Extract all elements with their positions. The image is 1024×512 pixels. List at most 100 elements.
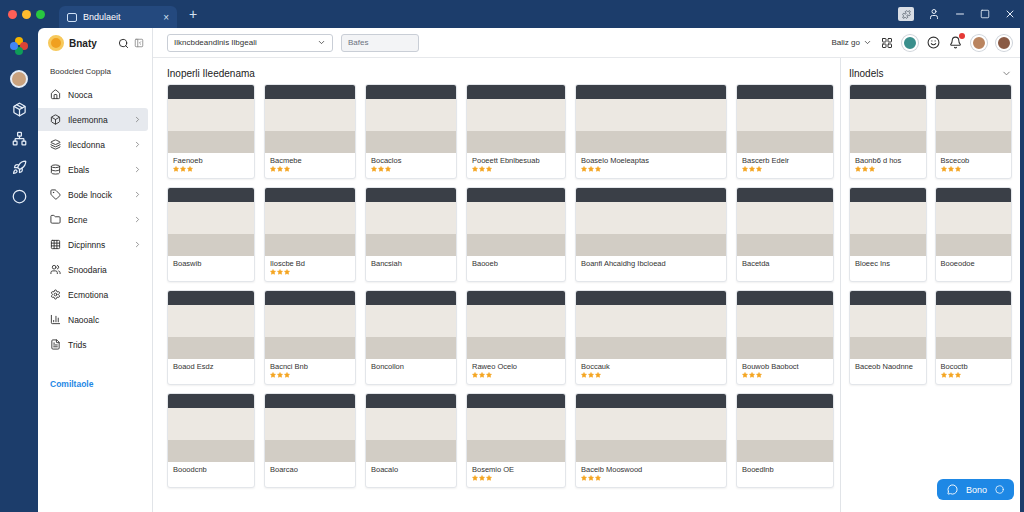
extension-button[interactable] — [898, 7, 914, 21]
store-card[interactable]: Boncollon — [365, 290, 457, 385]
sidebar-item[interactable]: Nooca — [38, 83, 148, 106]
store-card[interactable]: Boarcao — [264, 393, 356, 488]
smile-icon[interactable] — [927, 36, 940, 49]
logo-icon[interactable] — [9, 36, 29, 56]
store-card[interactable]: Bacetda — [736, 187, 834, 282]
new-tab-button[interactable]: + — [189, 6, 197, 22]
close-light[interactable] — [8, 10, 17, 19]
circle-icon[interactable] — [12, 189, 27, 204]
sidebar-item-label: Ileemonna — [68, 115, 126, 125]
avatar[interactable] — [902, 35, 918, 51]
store-caption: Faenoeb — [168, 153, 254, 166]
store-card[interactable]: Baceib Mooswood — [575, 393, 727, 488]
store-card[interactable]: Bacmebe — [264, 84, 356, 179]
star-icon — [948, 166, 954, 172]
menu-item-icon — [50, 264, 61, 275]
fab-button[interactable]: Bono — [937, 479, 1014, 500]
sidebar-item[interactable]: Ebals — [38, 158, 148, 181]
avatar[interactable] — [996, 35, 1012, 51]
store-card[interactable]: Bouwob Baoboct — [736, 290, 834, 385]
store-card[interactable]: Boaswib — [167, 187, 255, 282]
rating — [936, 372, 1012, 378]
star-icon — [472, 166, 478, 172]
store-card[interactable]: Boaod Esdz — [167, 290, 255, 385]
sidebar-item[interactable]: Ilecdonna — [38, 133, 148, 156]
sidebar-item[interactable]: Naooalc — [38, 308, 148, 331]
sidebar-item[interactable]: Trids — [38, 333, 148, 356]
store-photo — [576, 394, 726, 462]
rocket-icon[interactable] — [12, 160, 27, 175]
store-card[interactable]: Pooeett Ebnlbesuab — [466, 84, 566, 179]
grid-icon[interactable] — [881, 37, 893, 49]
right-panel: IlnodelsBaonb6 d hosBscecobBloeec InsBoo… — [840, 58, 1020, 512]
tab-close[interactable]: × — [163, 12, 169, 23]
store-caption: Boacalo — [366, 462, 456, 475]
maximize-icon[interactable] — [980, 9, 990, 19]
star-icon — [277, 269, 283, 275]
network-icon[interactable] — [12, 131, 27, 146]
store-card[interactable]: Boacalo — [365, 393, 457, 488]
sidebar-item[interactable]: Bode lnocik — [38, 183, 148, 206]
sidebar: BnatyBoodcled CopplaNoocaIleemonnaIlecdo… — [38, 28, 153, 512]
star-icon — [472, 372, 478, 378]
zoom-light[interactable] — [36, 10, 45, 19]
profile-icon[interactable] — [928, 8, 940, 20]
store-card[interactable]: Boaselo Moeleaptas — [575, 84, 727, 179]
notifications-button[interactable] — [949, 36, 962, 49]
store-card[interactable]: Bascerb Edelr — [736, 84, 834, 179]
sidebar-item[interactable]: Bcne — [38, 208, 148, 231]
store-caption: Raweo Ocelo — [467, 359, 565, 372]
store-card[interactable]: Bacnci Bnb — [264, 290, 356, 385]
rating — [467, 475, 565, 481]
search-icon[interactable] — [118, 38, 129, 49]
store-card[interactable]: Baooeb — [466, 187, 566, 282]
store-card[interactable]: Baonb6 d hos — [849, 84, 927, 179]
sidebar-item[interactable]: Ileemonna — [38, 108, 148, 131]
package-icon[interactable] — [12, 102, 27, 117]
store-card[interactable]: Faenoeb — [167, 84, 255, 179]
close-icon[interactable] — [1004, 8, 1016, 20]
store-card[interactable]: Iloscbe Bd — [264, 187, 356, 282]
store-card[interactable]: Bosemio OE — [466, 393, 566, 488]
collapse-icon[interactable] — [134, 38, 144, 48]
sidebar-item[interactable]: Snoodaria — [38, 258, 148, 281]
sidebar-item[interactable]: Dicpinnns — [38, 233, 148, 256]
panel-header: Ilnodels — [849, 62, 1012, 84]
menu-item-icon — [50, 239, 61, 250]
workspace: BnatyBoodcled CopplaNoocaIleemonnaIlecdo… — [38, 28, 1020, 512]
store-caption: Boncollon — [366, 359, 456, 372]
menu-item-icon — [50, 314, 61, 325]
category-select[interactable]: Ilkncbdeandlnis Ilbgeali — [167, 34, 333, 52]
sidebar-item[interactable]: Ecmotiona — [38, 283, 148, 306]
store-card[interactable]: Bocaclos — [365, 84, 457, 179]
app-name: Bnaty — [69, 38, 113, 49]
app-logo-icon — [48, 35, 64, 51]
star-icon — [588, 372, 594, 378]
search-field[interactable]: Bafes — [341, 34, 419, 52]
sidebar-link[interactable]: Comiltaole — [38, 357, 152, 411]
user-avatar[interactable] — [10, 70, 28, 88]
store-card[interactable]: Booedlnb — [736, 393, 834, 488]
store-card[interactable]: Bloeec Ins — [849, 187, 927, 282]
store-card[interactable]: Boanfi Ahcaidhg Ibcloead — [575, 187, 727, 282]
store-card[interactable]: Bococtb — [935, 290, 1013, 385]
browser-tab[interactable]: Bndulaeit× — [59, 6, 177, 28]
store-card[interactable]: Booodcnb — [167, 393, 255, 488]
store-card[interactable]: Boccauk — [575, 290, 727, 385]
store-card[interactable]: Bscecob — [935, 84, 1013, 179]
store-photo — [265, 188, 355, 256]
store-card[interactable]: Bancsiah — [365, 187, 457, 282]
star-icon — [581, 166, 587, 172]
store-card[interactable]: Raweo Ocelo — [466, 290, 566, 385]
star-icon — [941, 166, 947, 172]
view-select[interactable]: Baliz go — [832, 38, 872, 47]
store-card[interactable]: Baceob Naodnne — [849, 290, 927, 385]
star-icon — [581, 372, 587, 378]
avatar[interactable] — [971, 35, 987, 51]
star-icon — [855, 166, 861, 172]
store-card[interactable]: Booeodoe — [935, 187, 1013, 282]
store-caption: Boccauk — [576, 359, 726, 372]
chevron-down-icon[interactable] — [1001, 68, 1012, 79]
minimize-icon[interactable] — [954, 8, 966, 20]
minimize-light[interactable] — [22, 10, 31, 19]
